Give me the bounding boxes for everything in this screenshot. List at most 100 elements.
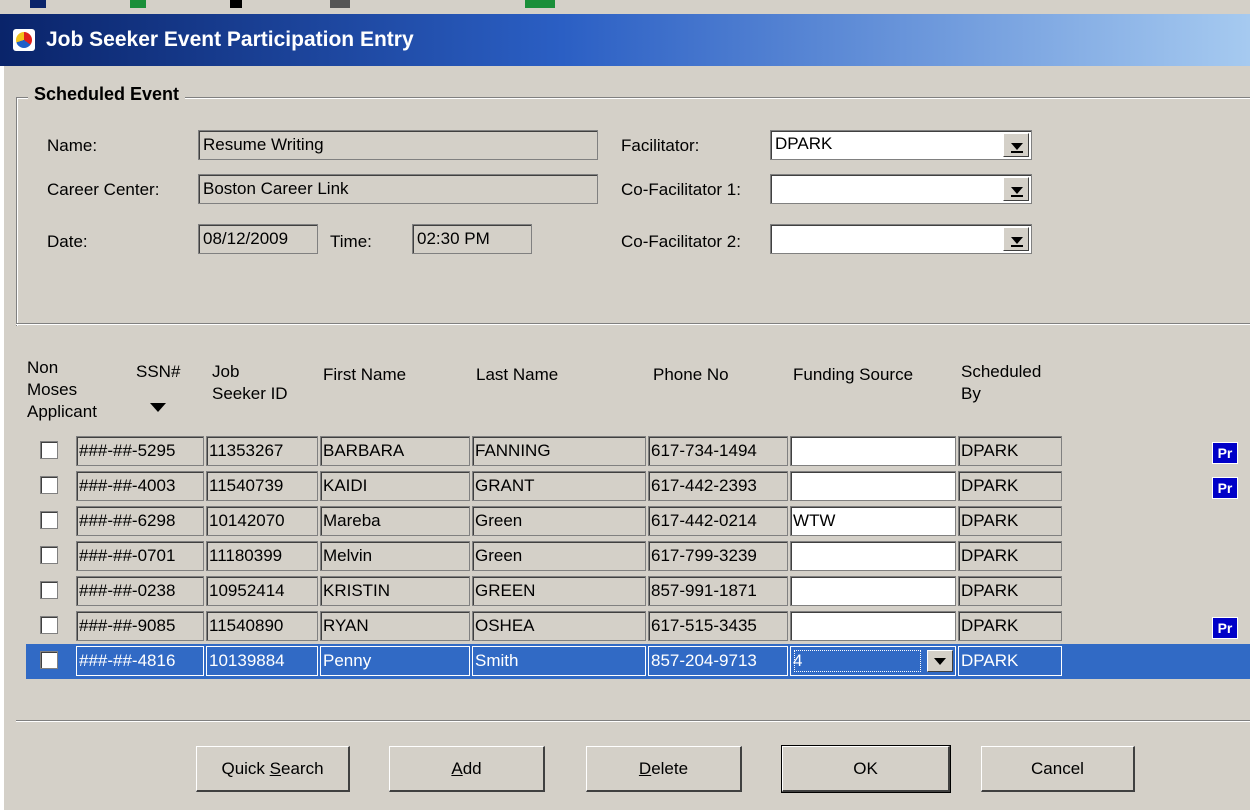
first-name-cell: Penny [320,646,470,676]
phone-cell-text: 617-515-3435 [651,616,757,635]
first-name-cell-text: Melvin [323,546,373,565]
ssn-cell: ###-##-4003 [76,471,204,501]
funding-source-cell[interactable] [790,471,956,501]
phone-cell: 617-515-3435 [648,611,788,641]
delete-button[interactable]: Delete [586,746,742,792]
scheduled-by-cell: DPARK [958,611,1062,641]
pr-icon[interactable]: Pr [1212,442,1238,464]
ssn-cell: ###-##-0238 [76,576,204,606]
header-ssn[interactable]: SSN# [136,361,180,383]
last-name-cell: GREEN [472,576,646,606]
job-seeker-id-cell: 10142070 [206,506,318,536]
last-name-cell: GRANT [472,471,646,501]
non-moses-checkbox[interactable] [40,441,58,459]
chevron-down-icon[interactable] [1003,133,1029,157]
table-row[interactable]: ###-##-6298 10142070 Mareba Green 617-442-02… [26,504,1250,539]
phone-cell-text: 857-204-9713 [651,651,757,670]
phone-cell: 857-204-9713 [648,646,788,676]
first-name-cell: Mareba [320,506,470,536]
last-name-cell-text: FANNING [475,441,551,460]
table-row[interactable]: ###-##-0701 11180399 Melvin Green 617-799-32… [26,539,1250,574]
sort-descending-icon [150,403,166,412]
scheduled-by-cell-text: DPARK [961,546,1019,565]
table-row[interactable]: ###-##-4003 11540739 KAIDI GRANT 617-442-239… [26,469,1250,504]
job-seeker-id-cell-text: 10142070 [209,511,285,530]
job-seeker-id-cell: 10139884 [206,646,318,676]
facilitator-select[interactable]: DPARK [770,130,1032,160]
table-row[interactable]: ###-##-4816 10139884 Penny Smith 857-204-971… [26,644,1250,679]
taskbar-strip [0,0,1250,14]
facilitator-label: Facilitator: [621,136,700,155]
scheduled-by-cell-text: DPARK [961,441,1019,460]
window-titlebar[interactable]: Job Seeker Event Participation Entry [0,14,1250,66]
last-name-cell-text: Smith [475,651,519,670]
funding-source-cell[interactable] [790,611,956,641]
ssn-cell: ###-##-5295 [76,436,204,466]
job-seeker-id-cell: 11353267 [206,436,318,466]
cofacilitator1-select[interactable] [770,174,1032,204]
last-name-cell-text: Green [475,511,523,530]
scheduled-by-cell: DPARK [958,541,1062,571]
phone-cell: 857-991-1871 [648,576,788,606]
non-moses-checkbox[interactable] [40,616,58,634]
table-row[interactable]: ###-##-5295 11353267 BARBARA FANNING 617-734… [26,434,1250,469]
app-icon [13,29,35,51]
funding-source-cell[interactable] [790,436,956,466]
scheduled-by-cell-text: DPARK [961,476,1019,495]
chevron-down-icon[interactable] [927,650,953,672]
funding-source-cell[interactable] [790,541,956,571]
pr-icon[interactable]: Pr [1212,477,1238,499]
header-funding-source[interactable]: Funding Source [793,364,913,386]
scheduled-by-cell: DPARK [958,471,1062,501]
phone-cell-text: 617-442-2393 [651,476,757,495]
phone-cell: 617-442-2393 [648,471,788,501]
first-name-cell-text: KAIDI [323,476,368,495]
facilitator-value: DPARK [775,134,833,153]
last-name-cell: Smith [472,646,646,676]
non-moses-checkbox[interactable] [40,546,58,564]
non-moses-checkbox[interactable] [40,511,58,529]
funding-source-cell[interactable]: WTW [790,506,956,536]
career-center-label: Career Center: [47,180,160,199]
pr-icon[interactable]: Pr [1212,617,1238,639]
ok-button[interactable]: OK [781,745,951,793]
add-button[interactable]: Add [389,746,545,792]
funding-source-cell[interactable]: 4 [790,646,956,676]
first-name-cell-text: KRISTIN [323,581,391,600]
header-phone[interactable]: Phone No [653,364,729,386]
job-seeker-id-cell: 11540890 [206,611,318,641]
non-moses-checkbox[interactable] [40,651,58,669]
ssn-cell: ###-##-6298 [76,506,204,536]
chevron-down-icon[interactable] [1003,177,1029,201]
phone-cell-text: 617-734-1494 [651,441,757,460]
quick-search-button[interactable]: Quick Search [196,746,350,792]
non-moses-checkbox[interactable] [40,581,58,599]
header-first-name[interactable]: First Name [323,364,406,386]
last-name-cell-text: GREEN [475,581,536,600]
non-moses-checkbox[interactable] [40,476,58,494]
phone-cell-text: 617-799-3239 [651,546,757,565]
scheduled-by-cell: DPARK [958,646,1062,676]
focus-rectangle [794,650,921,672]
header-last-name[interactable]: Last Name [476,364,558,386]
table-row[interactable]: ###-##-0238 10952414 KRISTIN GREEN 857-991-1… [26,574,1250,609]
window-title: Job Seeker Event Participation Entry [46,28,414,51]
header-non-moses[interactable]: Non Moses Applicant [27,357,97,423]
header-job-seeker-id[interactable]: Job Seeker ID [212,361,288,405]
cofacilitator2-select[interactable] [770,224,1032,254]
cancel-button[interactable]: Cancel [981,746,1135,792]
first-name-cell: BARBARA [320,436,470,466]
funding-source-cell[interactable] [790,576,956,606]
ssn-cell-text: ###-##-5295 [79,441,176,460]
chevron-down-icon[interactable] [1003,227,1029,251]
phone-cell: 617-734-1494 [648,436,788,466]
header-scheduled-by[interactable]: Scheduled By [961,361,1041,405]
time-label: Time: [330,232,372,251]
job-seeker-id-cell: 10952414 [206,576,318,606]
first-name-cell-text: RYAN [323,616,369,635]
last-name-cell-text: Green [475,546,523,565]
date-field: 08/12/2009 [198,224,318,254]
window-left-edge [0,66,4,810]
table-row[interactable]: ###-##-9085 11540890 RYAN OSHEA 617-515-3435… [26,609,1250,644]
first-name-cell: KAIDI [320,471,470,501]
